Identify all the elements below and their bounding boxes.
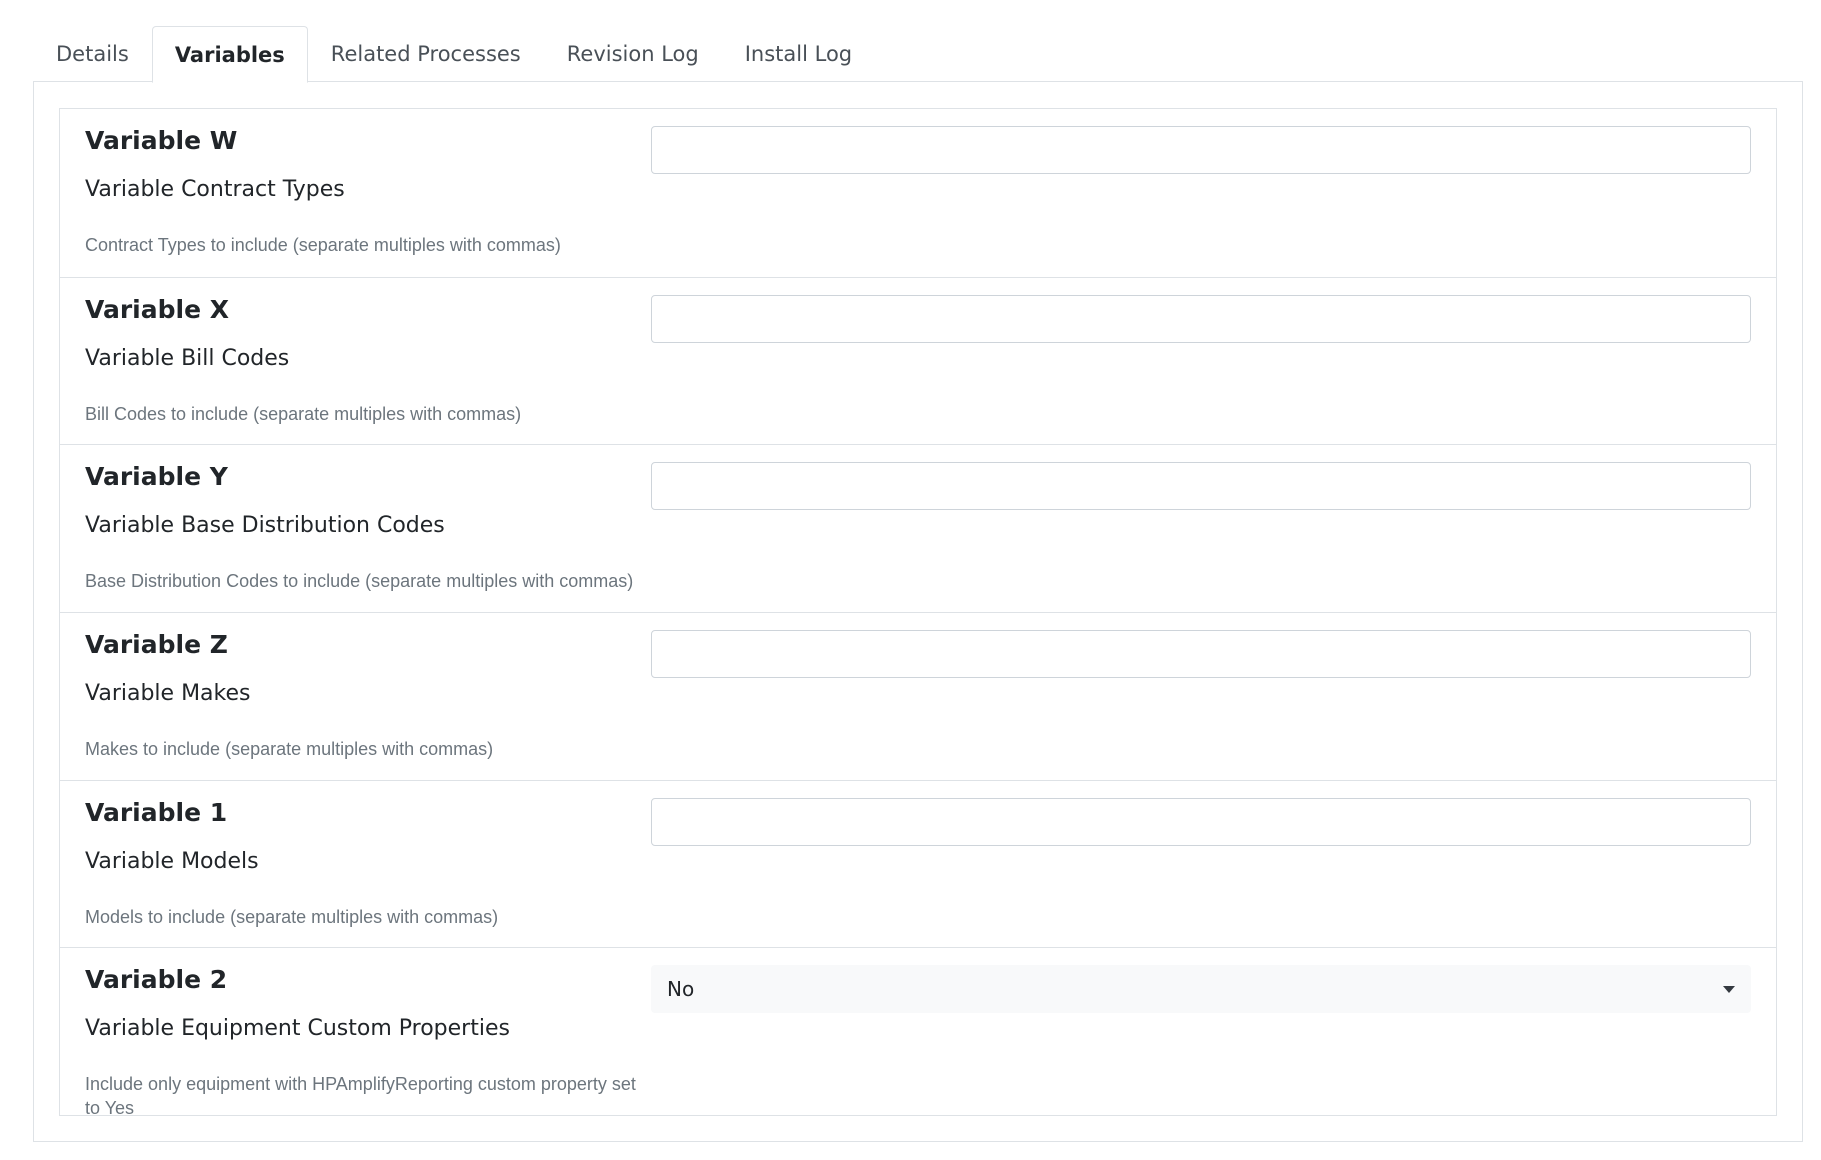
- variable-label-group: Variable Y Variable Base Distribution Co…: [85, 461, 651, 612]
- variable-title: Variable Makes: [85, 681, 251, 707]
- variables-panel: Variable W Variable Contract Types Contr…: [33, 81, 1803, 1142]
- variable-help-text: Bill Codes to include (separate multiple…: [85, 403, 522, 424]
- variable-name: Variable W: [85, 126, 238, 155]
- variable-w-input[interactable]: [651, 126, 1751, 174]
- variable-help-text: Makes to include (separate multiples wit…: [85, 739, 494, 760]
- variable-label-group: Variable 1 Variable Models Models to inc…: [85, 797, 651, 948]
- variable-control: [651, 461, 1751, 612]
- variable-control: No: [651, 964, 1751, 1115]
- variable-help-text: Contract Types to include (separate mult…: [85, 235, 561, 255]
- tab-revision-log[interactable]: Revision Log: [544, 26, 722, 82]
- variable-title: Variable Base Distribution Codes: [85, 513, 445, 539]
- variable-name: Variable 1: [85, 797, 228, 827]
- variable-title: Variable Contract Types: [85, 177, 345, 202]
- variable-z-input[interactable]: [651, 630, 1751, 679]
- variable-label-group: Variable X Variable Bill Codes Bill Code…: [85, 294, 651, 445]
- variable-label-group: Variable Z Variable Makes Makes to inclu…: [85, 629, 651, 780]
- tab-variables[interactable]: Variables: [151, 26, 308, 83]
- variable-help-text: Models to include (separate multiples wi…: [85, 906, 499, 927]
- variable-help-text: Include only equipment with HPAmplifyRep…: [85, 1074, 636, 1119]
- variables-list: Variable W Variable Contract Types Contr…: [59, 108, 1777, 1118]
- variable-row-z: Variable Z Variable Makes Makes to inclu…: [60, 612, 1776, 780]
- variable-name: Variable Z: [85, 630, 228, 660]
- variable-row-x: Variable X Variable Bill Codes Bill Code…: [60, 276, 1776, 445]
- tab-details[interactable]: Details: [33, 26, 152, 82]
- tab-bar: Details Variables Related Processes Revi…: [33, 26, 1803, 83]
- variable-1-input[interactable]: [651, 797, 1751, 846]
- tab-related-processes[interactable]: Related Processes: [308, 26, 544, 82]
- variable-row-2: Variable 2 Variable Equipment Custom Pro…: [60, 947, 1776, 1118]
- tab-install-log[interactable]: Install Log: [722, 26, 875, 82]
- process-editor: Details Variables Related Processes Revi…: [33, 26, 1803, 1142]
- variable-row-w: Variable W Variable Contract Types Contr…: [60, 109, 1776, 277]
- variable-2-select[interactable]: No: [651, 965, 1751, 1014]
- variable-control: [651, 125, 1751, 277]
- variable-label-group: Variable 2 Variable Equipment Custom Pro…: [85, 964, 651, 1118]
- variable-title: Variable Models: [85, 848, 259, 874]
- variable-row-1: Variable 1 Variable Models Models to inc…: [60, 779, 1776, 948]
- chevron-down-icon: [1723, 985, 1735, 993]
- select-value: No: [667, 977, 695, 1002]
- variable-control: [651, 629, 1751, 780]
- variable-control: [651, 294, 1751, 445]
- variable-help-text: Base Distribution Codes to include (sepa…: [85, 571, 634, 592]
- variable-x-input[interactable]: [651, 294, 1751, 343]
- variable-name: Variable 2: [85, 965, 228, 995]
- variable-y-input[interactable]: [651, 462, 1751, 511]
- variable-name: Variable Y: [85, 462, 228, 492]
- variable-label-group: Variable W Variable Contract Types Contr…: [85, 125, 651, 277]
- variable-title: Variable Bill Codes: [85, 345, 290, 371]
- variable-row-y: Variable Y Variable Base Distribution Co…: [60, 444, 1776, 612]
- variable-title: Variable Equipment Custom Properties: [85, 1016, 510, 1042]
- variable-control: [651, 797, 1751, 948]
- variable-name: Variable X: [85, 294, 230, 324]
